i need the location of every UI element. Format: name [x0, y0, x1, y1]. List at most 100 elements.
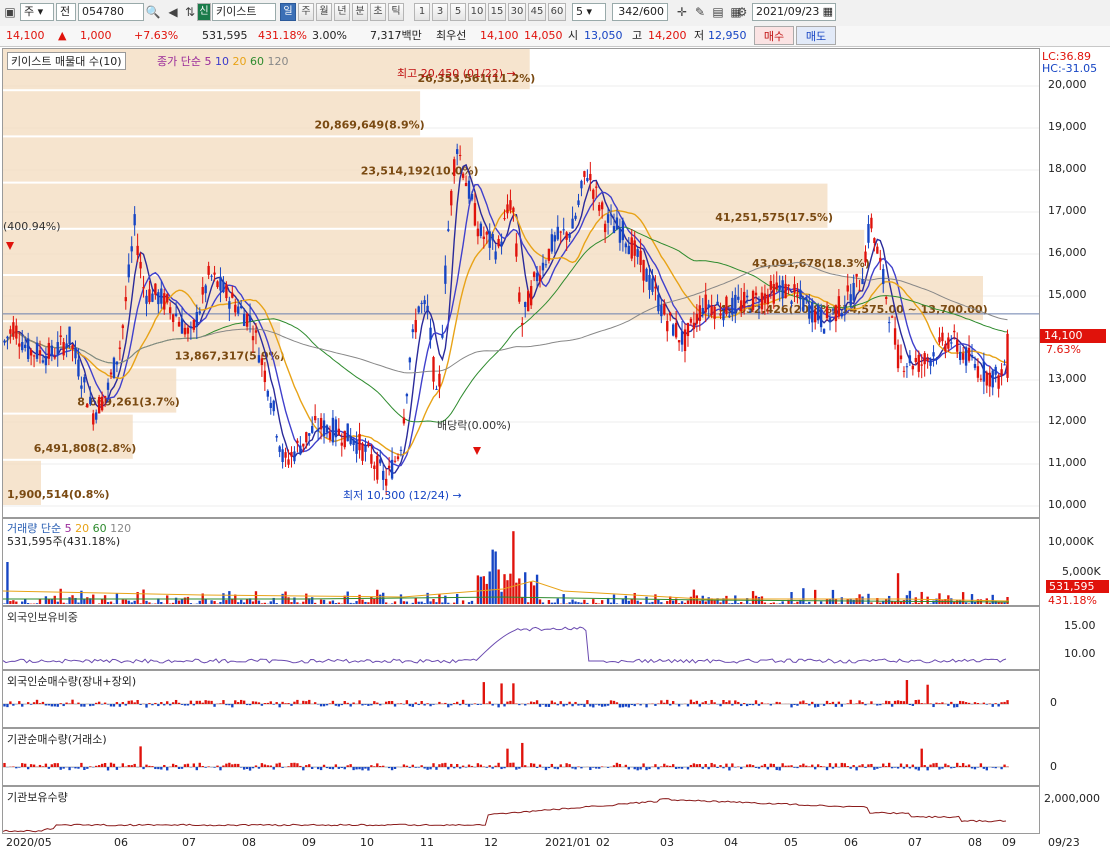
- crosshair-icon[interactable]: ✛: [674, 4, 690, 20]
- foreign-net-panel[interactable]: 외국인순매수량(장내+장외): [2, 670, 1040, 728]
- buy-button[interactable]: 매수: [754, 26, 794, 45]
- save-icon[interactable]: ▤: [710, 4, 726, 20]
- inst-net-bar: [796, 767, 799, 769]
- inst-net-bar: [109, 762, 113, 767]
- candle-body: [284, 452, 287, 458]
- foreign-net-bar: [361, 704, 364, 706]
- foreign-net-bar: [926, 684, 929, 704]
- foreign-net-bar: [479, 704, 483, 705]
- inst-net-bar: [920, 748, 923, 767]
- gear-icon[interactable]: ⚙: [734, 4, 750, 20]
- inst-net-bar: [411, 764, 414, 767]
- date-input[interactable]: 2021/09/23 ▦: [752, 3, 836, 21]
- candle-body: [825, 306, 829, 319]
- inst-net-bar: [115, 767, 119, 770]
- interval-button-45[interactable]: 45: [528, 3, 546, 21]
- foreign-net-bar: [245, 704, 249, 706]
- volume-bar: [319, 599, 323, 604]
- foreign-net-bar: [805, 703, 808, 704]
- foreign-net-bar: [861, 702, 864, 704]
- inst-net-bar: [450, 763, 453, 767]
- speaker-icon[interactable]: ◀: [165, 4, 181, 20]
- period-select[interactable]: 주 ▾: [20, 3, 54, 21]
- period-button-tick[interactable]: 틱: [388, 3, 404, 21]
- foreign-net-bar: [62, 704, 65, 707]
- foreign-net-bar: [408, 704, 412, 707]
- inst-net-bar: [793, 767, 796, 768]
- inst-net-bar: [802, 763, 805, 767]
- candle-body: [337, 428, 341, 435]
- market-select[interactable]: 전: [56, 3, 76, 21]
- candle-body: [944, 344, 947, 352]
- foreign-ratio-panel[interactable]: 외국인보유비중: [2, 606, 1040, 670]
- candle-body: [458, 155, 462, 157]
- price-panel[interactable]: 1,900,514(0.8%) 6,491,808(2.8%) 8,669,261(…: [2, 48, 1040, 518]
- calendar-icon[interactable]: ▦: [823, 4, 833, 20]
- candle-body: [59, 335, 62, 338]
- candle-body: [911, 365, 915, 370]
- inst-net-bar: [479, 764, 483, 767]
- candle-body: [367, 443, 370, 446]
- period-button-second[interactable]: 초: [370, 3, 386, 21]
- interval-button-60[interactable]: 60: [548, 3, 566, 21]
- inst-net-bar: [944, 763, 947, 767]
- interval-button-1[interactable]: 1: [414, 3, 430, 21]
- interval-button-30[interactable]: 30: [508, 3, 526, 21]
- candle-body: [890, 316, 894, 318]
- foreign-net-bar: [740, 704, 743, 707]
- candle-body: [168, 307, 172, 314]
- foreign-ratio-axis: 15.00 10.00: [1040, 606, 1110, 670]
- volume-bar: [26, 603, 30, 604]
- inst-net-bar: [926, 767, 929, 771]
- candle-body: [544, 264, 548, 266]
- foreign-net-bar: [660, 700, 663, 704]
- foreign-net-bar: [701, 702, 704, 704]
- volume-bar: [967, 603, 971, 604]
- volume-bar: [6, 562, 9, 604]
- interval-button-3[interactable]: 3: [432, 3, 448, 21]
- inst-net-bar: [728, 767, 731, 771]
- draw-tool-icon[interactable]: ✎: [692, 4, 708, 20]
- inst-net-bar: [849, 767, 852, 769]
- foreign-net-bar: [254, 701, 258, 704]
- inst-net-bar: [163, 764, 166, 767]
- period-button-minute[interactable]: 분: [352, 3, 368, 21]
- foreign-net-bar: [671, 701, 675, 704]
- foreign-net-bar: [837, 701, 841, 704]
- stock-name-field[interactable]: 키이스트: [212, 3, 276, 21]
- window-icon[interactable]: ▣: [2, 4, 18, 20]
- x-axis-label: 09: [302, 836, 316, 849]
- inst-net-panel[interactable]: 기관순매수량(거래소): [2, 728, 1040, 786]
- stock-code-input[interactable]: 054780: [78, 3, 144, 21]
- search-icon[interactable]: 🔍: [145, 4, 161, 20]
- candle-body: [408, 357, 412, 363]
- inst-net-bar: [204, 767, 207, 768]
- interval-button-10[interactable]: 10: [468, 3, 486, 21]
- period-button-week[interactable]: 주: [298, 3, 314, 21]
- sell-button[interactable]: 매도: [796, 26, 836, 45]
- interval-button-5[interactable]: 5: [450, 3, 466, 21]
- inst-net-bar: [879, 767, 882, 768]
- foreign-net-bar: [677, 704, 681, 707]
- unit-select[interactable]: 5 ▾: [572, 3, 606, 21]
- inst-net-bar: [367, 767, 370, 771]
- candle-body: [778, 285, 781, 290]
- foreign-net-bar: [414, 702, 417, 704]
- count-field[interactable]: 342/600: [612, 3, 668, 21]
- inst-net-bar: [710, 762, 713, 767]
- foreign-net-bar: [154, 702, 157, 704]
- candle-body: [210, 275, 213, 277]
- period-button-year[interactable]: 년: [334, 3, 350, 21]
- inst-hold-panel[interactable]: 기관보유수량: [2, 786, 1040, 834]
- arrows-icon[interactable]: ⇅: [182, 4, 198, 20]
- candle-body: [325, 425, 329, 433]
- volume-bar: [432, 599, 435, 604]
- period-button-month[interactable]: 월: [316, 3, 332, 21]
- inst-net-bar: [420, 765, 423, 767]
- volume-panel[interactable]: 거래량 단순 5 20 60 120 531,595주(431.18%): [2, 518, 1040, 606]
- interval-button-15[interactable]: 15: [488, 3, 506, 21]
- inst-net-bar: [899, 763, 903, 767]
- candle-body: [583, 171, 586, 177]
- period-button-day[interactable]: 일: [280, 3, 296, 21]
- foreign-net-bar: [263, 703, 267, 704]
